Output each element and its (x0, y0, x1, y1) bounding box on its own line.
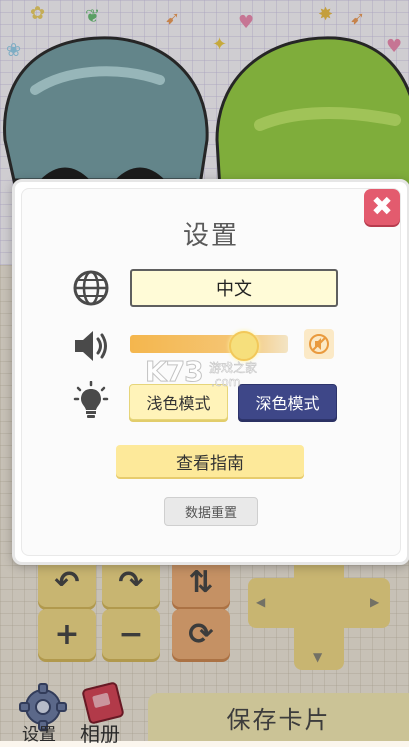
mute-button[interactable] (304, 329, 334, 359)
language-select[interactable]: 中文 (130, 269, 338, 307)
settings-dialog: ✖ 设置 中文 浅色模式 深色模式 查看指南 数据重置 K73 游戏之家 .co… (12, 179, 409, 565)
bulb-icon (73, 381, 109, 418)
view-guide-button[interactable]: 查看指南 (116, 445, 304, 477)
k73-watermark: K73 游戏之家 .com (145, 355, 258, 390)
volume-slider-track[interactable] (130, 335, 288, 353)
globe-icon (73, 270, 109, 306)
mute-icon (309, 334, 329, 354)
dialog-title: 设置 (182, 221, 239, 251)
reset-data-button[interactable]: 数据重置 (164, 497, 258, 526)
speaker-icon (75, 331, 107, 361)
